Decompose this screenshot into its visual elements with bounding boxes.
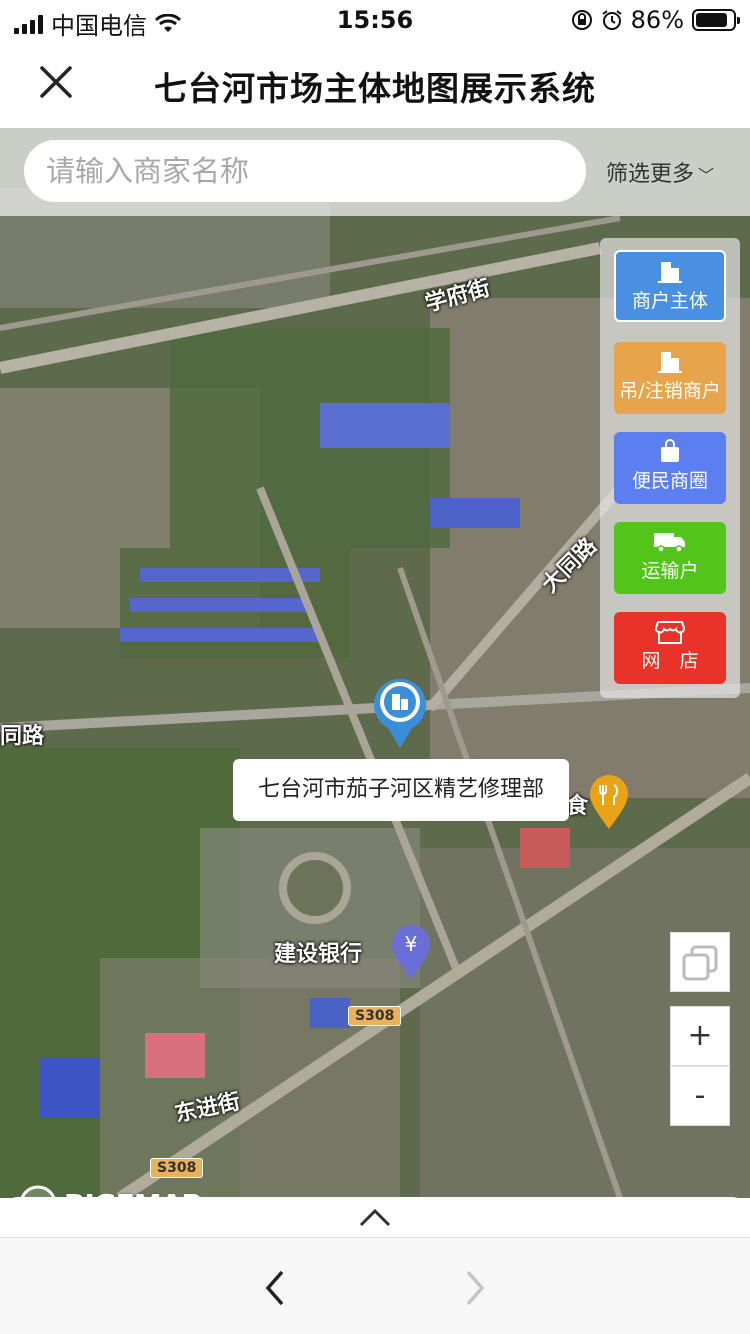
merchant-marker-icon[interactable]: [372, 668, 428, 750]
building-icon: [616, 252, 724, 286]
category-label: 商户主体: [631, 290, 708, 312]
browser-toolbar: [0, 1237, 750, 1334]
app-header: 七台河市场主体地图展示系统: [0, 40, 750, 128]
storefront-icon: [614, 612, 726, 646]
zoom-out-button[interactable]: -: [670, 1066, 730, 1126]
category-label: 网 店: [641, 650, 699, 672]
shopping-bag-icon: [614, 432, 726, 466]
road-badge: S308: [150, 1158, 204, 1178]
category-label: 便民商圈: [631, 470, 708, 492]
filter-more-label: 筛选更多: [606, 162, 695, 187]
building-icon: [614, 342, 726, 376]
alarm-icon: [602, 10, 622, 30]
category-revoked-button[interactable]: 吊/注销商户: [614, 342, 726, 414]
merchant-popup[interactable]: 七台河市茄子河区精艺修理部: [233, 759, 569, 821]
page-title: 七台河市场主体地图展示系统: [154, 69, 596, 108]
filter-more-button[interactable]: 筛选更多 ﹀: [606, 156, 714, 188]
category-business-circle-button[interactable]: 便民商圈: [614, 432, 726, 504]
orientation-lock-icon: [571, 10, 592, 30]
category-label: 运输户: [641, 560, 699, 582]
layer-toggle-button[interactable]: [670, 932, 730, 992]
poi-label: 建设银行: [274, 942, 363, 967]
battery-percent: 86%: [630, 6, 684, 34]
poi-label: 食: [566, 794, 589, 819]
category-label: 吊/注销商户: [619, 380, 721, 402]
street-label: 同路: [0, 724, 45, 749]
battery-icon: [692, 9, 740, 31]
zoom-in-button[interactable]: +: [670, 1006, 730, 1066]
layers-icon: [682, 945, 718, 981]
road-badge: S308: [348, 1006, 402, 1026]
status-bar: 中国电信 15:56 86%: [0, 0, 750, 40]
chevron-down-icon: ﹀: [698, 166, 715, 185]
bottom-sheet[interactable]: [0, 1197, 750, 1237]
truck-icon: [614, 522, 726, 556]
chevron-up-icon[interactable]: [355, 1205, 395, 1229]
svg-text:¥: ¥: [405, 932, 418, 956]
forward-arrow-icon[interactable]: [460, 1268, 492, 1308]
category-transport-button[interactable]: 运输户: [614, 522, 726, 594]
restaurant-marker-icon[interactable]: [588, 773, 630, 831]
bank-marker-icon[interactable]: ¥: [390, 923, 432, 981]
search-input[interactable]: 请输入商家名称: [24, 140, 586, 202]
status-right: 86%: [571, 6, 740, 34]
category-merchant-button[interactable]: 商户主体: [614, 250, 726, 322]
category-online-shop-button[interactable]: 网 店: [614, 612, 726, 684]
back-arrow-icon[interactable]: [258, 1268, 290, 1308]
